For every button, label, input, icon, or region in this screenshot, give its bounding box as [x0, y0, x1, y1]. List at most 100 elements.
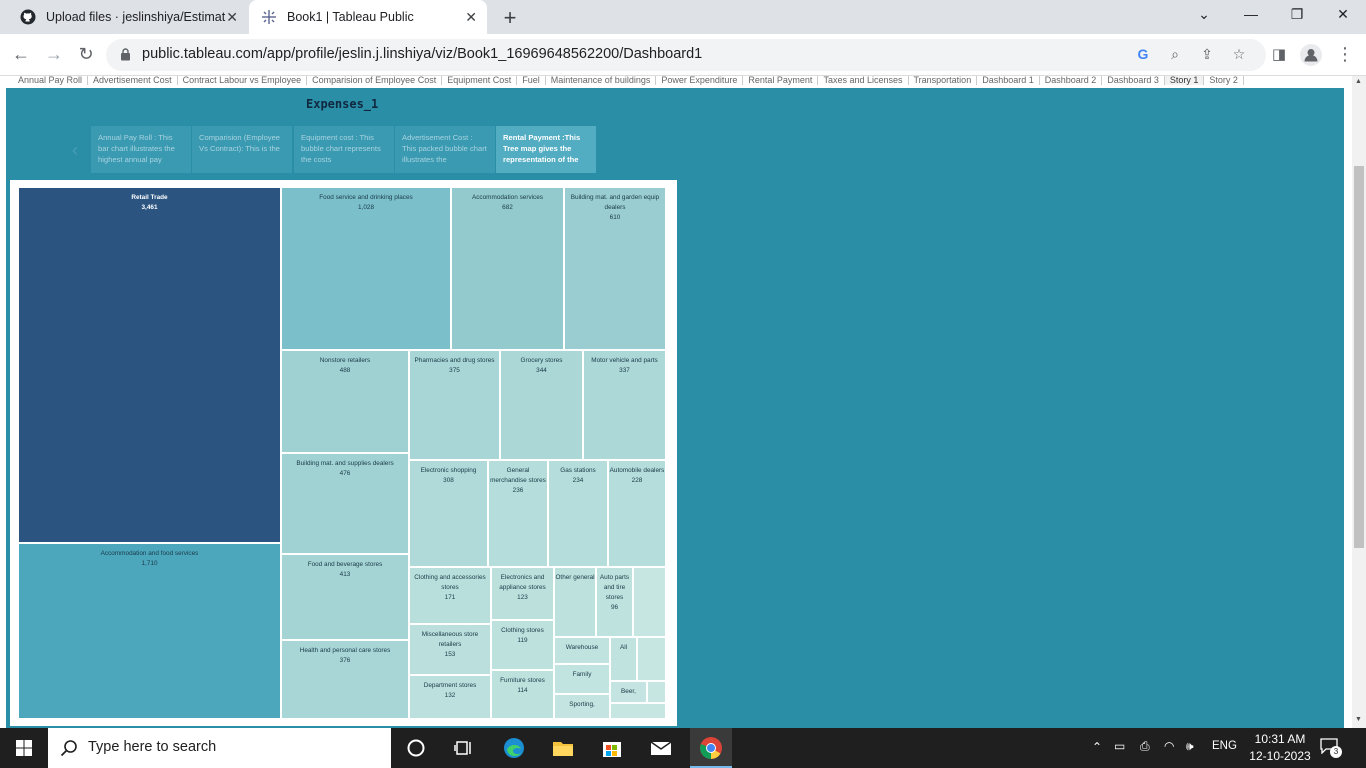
- meet-now-icon[interactable]: ⎙: [1140, 739, 1150, 754]
- new-tab-button[interactable]: +: [500, 5, 520, 31]
- close-window-icon[interactable]: ✕: [1320, 6, 1366, 23]
- zoom-icon[interactable]: ⌕: [1166, 46, 1184, 63]
- sheet-tab[interactable]: Fuel: [517, 76, 546, 85]
- sheet-tab[interactable]: Equipment Cost: [442, 76, 518, 85]
- sheet-tab[interactable]: Annual Pay Roll: [0, 76, 89, 85]
- story-prev-arrow-icon[interactable]: ‹: [72, 140, 78, 161]
- treemap-cell[interactable]: [637, 637, 666, 681]
- treemap-cell[interactable]: Clothing stores 119: [491, 620, 554, 670]
- treemap-cell[interactable]: Food and beverage stores 413: [281, 554, 409, 640]
- browser-tab-tableau[interactable]: Book1 | Tableau Public ✕: [249, 0, 487, 34]
- back-arrow-icon[interactable]: ←: [10, 44, 32, 65]
- close-tab-icon[interactable]: ✕: [226, 9, 238, 26]
- windows-start-icon[interactable]: [0, 728, 48, 768]
- treemap-cell[interactable]: Retail Trade 3,461: [18, 187, 281, 543]
- story-point[interactable]: Annual Pay Roll : This bar chart illustr…: [91, 126, 191, 173]
- taskbar-search-box[interactable]: Type here to search: [48, 728, 391, 768]
- treemap-cell[interactable]: [610, 703, 666, 719]
- sheet-tab[interactable]: Advertisement Cost: [88, 76, 178, 85]
- treemap-cell[interactable]: Warehouse: [554, 637, 610, 664]
- volume-icon[interactable]: 🕪: [1186, 739, 1194, 754]
- task-view-icon[interactable]: [452, 736, 476, 760]
- story-point[interactable]: Equipment cost : This bubble chart repre…: [294, 126, 394, 173]
- treemap-cell[interactable]: Furniture stores 114: [491, 670, 554, 719]
- treemap-cell[interactable]: Accommodation and food services 1,710: [18, 543, 281, 719]
- treemap-cell[interactable]: Electronics and appliance stores 123: [491, 567, 554, 620]
- sheet-tab[interactable]: Contract Labour vs Employee: [178, 76, 308, 85]
- treemap-cell[interactable]: Food service and drinking places 1,028: [281, 187, 451, 350]
- treemap-cell[interactable]: Accommodation services 682: [451, 187, 564, 350]
- treemap-cell-value: 228: [631, 477, 643, 484]
- edge-browser-icon[interactable]: [502, 736, 526, 760]
- treemap-cell[interactable]: Health and personal care stores 376: [281, 640, 409, 719]
- browser-tab-github[interactable]: Upload files · jeslinshiya/Estimat ✕: [8, 0, 248, 34]
- scroll-down-arrow-icon[interactable]: ▼: [1355, 716, 1362, 723]
- treemap-cell[interactable]: Auto parts and tire stores 96: [596, 567, 633, 637]
- clock-time[interactable]: 10:31 AM: [1252, 732, 1308, 746]
- sheet-tab[interactable]: Dashboard 2: [1040, 76, 1103, 85]
- tab-search-chevron-icon[interactable]: ⌄: [1181, 6, 1227, 23]
- show-hidden-icons-chevron-icon[interactable]: ⌃: [1092, 740, 1102, 754]
- wifi-icon[interactable]: ◠: [1164, 739, 1174, 753]
- scroll-up-arrow-icon[interactable]: ▲: [1355, 78, 1362, 85]
- battery-icon[interactable]: ▭: [1114, 739, 1125, 753]
- treemap-cell[interactable]: Family: [554, 664, 610, 694]
- treemap-cell[interactable]: [647, 681, 666, 703]
- sheet-tab[interactable]: Dashboard 3: [1102, 76, 1165, 85]
- story-point[interactable]: Advertisement Cost : This packed bubble …: [395, 126, 495, 173]
- file-explorer-icon[interactable]: [551, 736, 575, 760]
- treemap-cell[interactable]: Gas stations 234: [548, 460, 608, 567]
- restore-icon[interactable]: ❐: [1274, 6, 1320, 23]
- share-icon[interactable]: ⇪: [1198, 46, 1216, 63]
- treemap-cell[interactable]: [633, 567, 666, 637]
- notification-count-badge: 3: [1330, 746, 1342, 758]
- browser-menu-icon[interactable]: ⋮: [1334, 44, 1356, 65]
- treemap-cell[interactable]: Automobile dealers 228: [608, 460, 666, 567]
- side-panel-icon[interactable]: ◨: [1268, 45, 1290, 63]
- close-tab-icon[interactable]: ✕: [465, 9, 477, 26]
- cortana-icon[interactable]: [404, 736, 428, 760]
- sheet-tab[interactable]: Story 2: [1204, 76, 1244, 85]
- sheet-tab[interactable]: Rental Payment: [743, 76, 819, 85]
- treemap-cell[interactable]: Department stores 132: [409, 675, 491, 719]
- forward-arrow-icon[interactable]: →: [43, 44, 65, 65]
- page-scrollbar[interactable]: ▲ ▼: [1352, 76, 1366, 728]
- minimize-icon[interactable]: —: [1228, 6, 1274, 22]
- treemap-cell[interactable]: Electronic shopping 308: [409, 460, 488, 567]
- clock-date[interactable]: 12-10-2023: [1248, 749, 1312, 763]
- bookmark-star-icon[interactable]: ☆: [1230, 46, 1248, 63]
- scrollbar-thumb[interactable]: [1354, 166, 1364, 548]
- treemap-cell[interactable]: Building mat. and garden equip dealers 61…: [564, 187, 666, 350]
- notification-center-icon[interactable]: 3: [1320, 738, 1342, 758]
- treemap-cell[interactable]: Miscellaneous store retailers 153: [409, 624, 491, 675]
- profile-avatar-icon[interactable]: [1300, 44, 1322, 66]
- sheet-tab[interactable]: Maintenance of buildings: [546, 76, 657, 85]
- mail-icon[interactable]: [649, 736, 673, 760]
- treemap-cell[interactable]: Clothing and accessories stores 171: [409, 567, 491, 624]
- treemap-cell[interactable]: General merchandise stores 236: [488, 460, 548, 567]
- treemap-cell[interactable]: Pharmacies and drug stores 375: [409, 350, 500, 460]
- story-point[interactable]: Rental Payment :This Tree map gives the …: [496, 126, 596, 173]
- treemap-cell[interactable]: Grocery stores 344: [500, 350, 583, 460]
- sheet-tab[interactable]: Transportation: [909, 76, 978, 85]
- sheet-tab[interactable]: Comparision of Employee Cost: [307, 76, 443, 85]
- treemap-cell[interactable]: Other general: [554, 567, 596, 637]
- reload-icon[interactable]: ↻: [75, 44, 97, 65]
- chrome-taskbar-button[interactable]: [690, 728, 732, 768]
- treemap-cell[interactable]: Motor vehicle and parts 337: [583, 350, 666, 460]
- sheet-tab[interactable]: Story 1: [1164, 76, 1205, 85]
- treemap-cell[interactable]: Nonstore retailers 488: [281, 350, 409, 453]
- language-indicator[interactable]: ENG: [1212, 740, 1237, 752]
- google-lens-icon[interactable]: G: [1134, 46, 1152, 62]
- treemap-cell[interactable]: Beer,: [610, 681, 647, 703]
- treemap-cell[interactable]: All: [610, 637, 637, 681]
- sheet-tab[interactable]: Dashboard 1: [977, 76, 1040, 85]
- address-bar[interactable]: public.tableau.com/app/profile/jeslin.j.…: [106, 39, 1266, 71]
- treemap-cell-label: Sporting,: [569, 701, 595, 708]
- story-point[interactable]: Comparision (Employee Vs Contract): This…: [192, 126, 292, 173]
- sheet-tab[interactable]: Power Expenditure: [656, 76, 744, 85]
- sheet-tab[interactable]: Taxes and Licenses: [818, 76, 909, 85]
- treemap-cell[interactable]: Sporting,: [554, 694, 610, 719]
- microsoft-store-icon[interactable]: [600, 736, 624, 760]
- treemap-cell[interactable]: Building mat. and supplies dealers 476: [281, 453, 409, 554]
